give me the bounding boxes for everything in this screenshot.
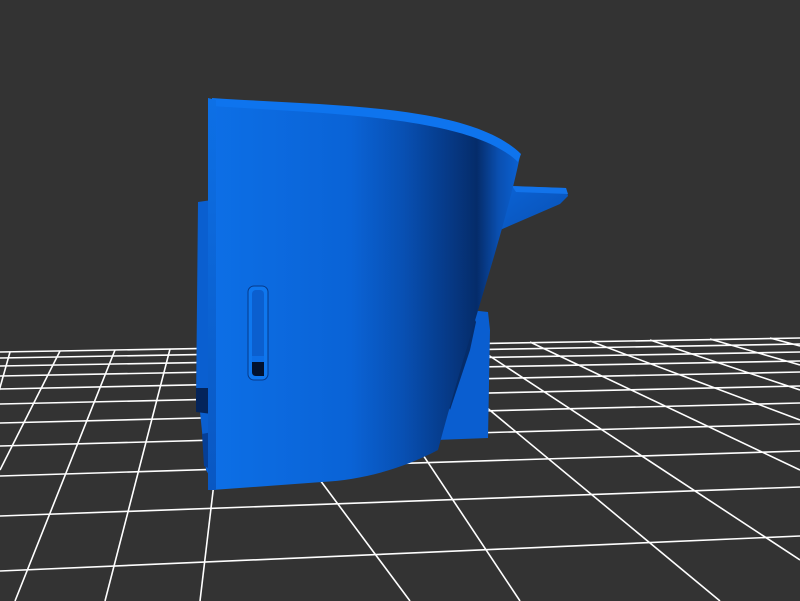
slot-cutout [247,285,269,381]
3d-viewport[interactable] [0,0,800,601]
3d-scene-canvas[interactable] [0,0,800,601]
front-flange [208,98,216,490]
